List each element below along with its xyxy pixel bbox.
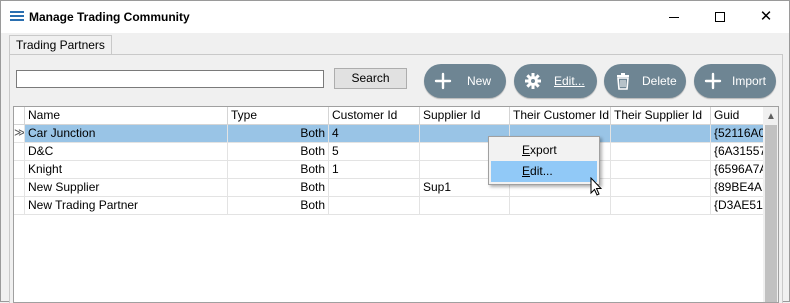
cell-guid[interactable]: {89BE4AD xyxy=(711,179,764,197)
cell-guid[interactable]: {6596A7A xyxy=(711,161,764,179)
window-title: Manage Trading Community xyxy=(29,10,190,24)
cell-name[interactable]: New Trading Partner xyxy=(25,197,228,215)
title-bar[interactable]: Manage Trading Community ✕ xyxy=(1,1,789,33)
column-header-their-supplier-id[interactable]: Their Supplier Id xyxy=(611,107,711,125)
table-row[interactable]: D&C Both 5 {6A31557 xyxy=(14,143,764,161)
cell-type[interactable]: Both xyxy=(228,125,329,143)
new-button[interactable]: New xyxy=(424,64,506,98)
column-header-name[interactable]: Name xyxy=(25,107,228,125)
delete-button-label: Delete xyxy=(642,74,677,88)
context-menu-edit[interactable]: Edit... xyxy=(491,161,597,182)
maximize-button[interactable] xyxy=(697,1,743,33)
row-indicator[interactable] xyxy=(14,197,25,215)
current-row-indicator-icon[interactable]: ≫ xyxy=(14,125,25,143)
cell-customer-id[interactable]: 5 xyxy=(329,143,420,161)
import-button-label: Import xyxy=(732,74,767,88)
table-row[interactable]: New Trading Partner Both {D3AE511 xyxy=(14,197,764,215)
cell-their-supplier-id[interactable] xyxy=(611,143,711,161)
delete-button[interactable]: Delete xyxy=(604,64,686,98)
cell-name[interactable]: New Supplier xyxy=(25,179,228,197)
cell-supplier-id[interactable] xyxy=(420,197,510,215)
maximize-icon xyxy=(715,12,725,22)
gear-icon xyxy=(525,73,541,89)
cell-their-supplier-id[interactable] xyxy=(611,161,711,179)
vertical-scrollbar[interactable]: ▲ xyxy=(763,107,778,302)
new-button-label: New xyxy=(467,74,492,88)
table-row[interactable]: Knight Both 1 {6596A7A xyxy=(14,161,764,179)
column-header-customer-id[interactable]: Customer Id xyxy=(329,107,420,125)
cell-customer-id[interactable]: 4 xyxy=(329,125,420,143)
app-menu-icon[interactable] xyxy=(10,11,24,22)
export-label-rest: xport xyxy=(530,143,557,157)
column-header-guid[interactable]: Guid xyxy=(711,107,764,125)
manage-trading-community-window: Manage Trading Community ✕ Trading Partn… xyxy=(0,0,790,303)
cell-customer-id[interactable] xyxy=(329,197,420,215)
tab-strip: Trading Partners xyxy=(9,34,783,55)
cell-name[interactable]: Knight xyxy=(25,161,228,179)
cell-guid[interactable]: {D3AE511 xyxy=(711,197,764,215)
cell-type[interactable]: Both xyxy=(228,161,329,179)
plus-icon xyxy=(434,72,452,90)
cell-name[interactable]: Car Junction xyxy=(25,125,228,143)
edit-mnemonic: E xyxy=(522,164,531,178)
column-header-supplier-id[interactable]: Supplier Id xyxy=(420,107,510,125)
cell-name[interactable]: D&C xyxy=(25,143,228,161)
cell-their-supplier-id[interactable] xyxy=(611,125,711,143)
mouse-cursor-icon xyxy=(590,177,602,196)
scroll-up-icon[interactable]: ▲ xyxy=(766,111,776,122)
cell-type[interactable]: Both xyxy=(228,143,329,161)
column-header-their-customer-id[interactable]: Their Customer Id xyxy=(510,107,611,125)
trading-partners-grid[interactable]: Name Type Customer Id Supplier Id Their … xyxy=(13,106,779,303)
row-indicator[interactable] xyxy=(14,161,25,179)
edit-button[interactable]: Edit... xyxy=(514,64,597,98)
cell-guid[interactable]: {6A31557 xyxy=(711,143,764,161)
cell-type[interactable]: Both xyxy=(228,197,329,215)
cell-guid[interactable]: {52116A0 xyxy=(711,125,764,143)
cell-customer-id[interactable]: 1 xyxy=(329,161,420,179)
context-menu: Export Edit... xyxy=(488,136,600,185)
column-header-type[interactable]: Type xyxy=(228,107,329,125)
minimize-button[interactable] xyxy=(651,1,697,33)
close-button[interactable]: ✕ xyxy=(743,1,789,33)
table-row[interactable]: New SupplierBothSup1{89BE4AD xyxy=(14,179,764,197)
minimize-icon xyxy=(669,16,679,18)
cell-their-supplier-id[interactable] xyxy=(611,197,711,215)
row-indicator-header xyxy=(14,107,25,125)
edit-button-label: Edit... xyxy=(554,74,585,88)
row-indicator[interactable] xyxy=(14,179,25,197)
trash-icon xyxy=(617,73,629,90)
export-mnemonic: E xyxy=(522,143,531,157)
import-button[interactable]: Import xyxy=(694,64,776,98)
cell-their-customer-id[interactable] xyxy=(510,197,611,215)
cell-their-supplier-id[interactable] xyxy=(611,179,711,197)
search-input[interactable] xyxy=(16,70,324,88)
table-row[interactable]: ≫ Car Junction Both 4 {52116A0 xyxy=(14,125,764,143)
cell-customer-id[interactable] xyxy=(329,179,420,197)
close-icon: ✕ xyxy=(759,8,773,25)
context-menu-export[interactable]: Export xyxy=(491,140,597,161)
cell-type[interactable]: Both xyxy=(228,179,329,197)
row-indicator[interactable] xyxy=(14,143,25,161)
search-button[interactable]: Search xyxy=(334,68,407,89)
scrollbar-thumb[interactable] xyxy=(765,125,777,302)
tab-trading-partners[interactable]: Trading Partners xyxy=(9,35,112,55)
grid-header: Name Type Customer Id Supplier Id Their … xyxy=(14,107,764,125)
plus-icon xyxy=(704,72,722,90)
edit-label-rest: dit... xyxy=(530,164,553,178)
